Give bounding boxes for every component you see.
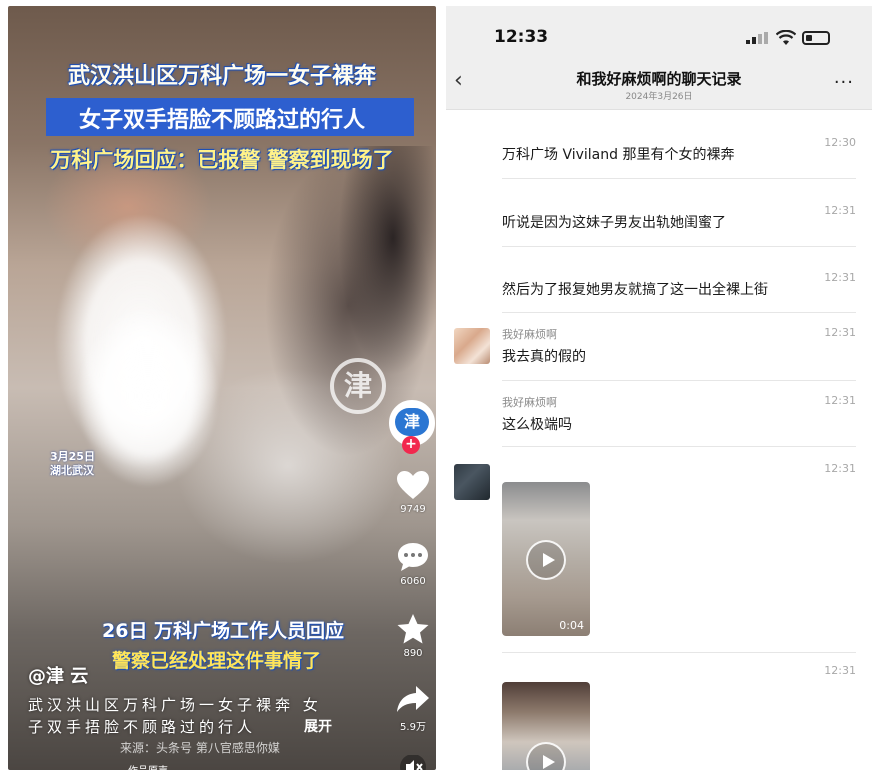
message-divider [502,312,856,313]
message-text: 然后为了报复她男友就搞了这一出全裸上街 [502,282,768,298]
message-sender: 我好麻烦啊 [502,328,557,341]
follow-button[interactable]: + [402,436,420,454]
message-text: 听说是因为这妹子男友出轨她闺蜜了 [502,215,726,231]
heart-icon [388,468,436,502]
message-text: 我去真的假的 [502,349,586,365]
video-caption: 武汉洪山区万科广场一女子裸奔 女 子双手捂脸不顾路过的行人 [28,694,348,738]
chat-message: 12:31 我好麻烦啊 这么极端吗 [502,394,856,434]
comment-count: 6060 [400,576,426,587]
chat-message: 12:31 我好麻烦啊 我去真的假的 [502,326,856,366]
message-time: 12:31 [824,326,856,339]
message-time: 12:30 [824,136,856,149]
favorite-count: 890 [403,648,423,659]
caption-line: 子双手捂脸不顾路过的行人 [28,718,257,736]
date-tag-date: 3月25日 [50,450,95,463]
video-message-thumbnail[interactable]: 0:04 [502,482,590,636]
message-divider [502,446,856,447]
message-text: 这么极端吗 [502,417,572,433]
wifi-icon [776,30,796,45]
video-headline-2: 女子双手捂脸不顾路过的行人 [78,108,365,133]
speaker-off-icon [388,750,436,770]
message-divider [502,380,856,381]
message-sender: 我好麻烦啊 [502,396,557,409]
steam-blur-overlay [78,306,218,486]
cloud-logo-icon: 津 [395,408,429,436]
chat-message: 12:31 听说是因为这妹子男友出轨她闺蜜了 [502,204,856,232]
share-arrow-icon [388,682,436,716]
expand-caption-button[interactable]: 展开 [304,716,332,736]
favorite-button[interactable]: 890 [388,612,436,659]
blurred-figure [338,146,436,376]
like-count: 9749 [400,504,426,515]
share-button[interactable]: 5.9万 [388,682,436,733]
caption-line: 武汉洪山区万科广场一女子裸奔 女 [28,696,322,714]
message-time: 12:31 [824,462,856,475]
message-divider [502,246,856,247]
music-label[interactable]: 作品原声 [128,762,168,770]
more-options-icon[interactable]: ··· [834,72,854,93]
message-time: 12:31 [824,664,856,677]
play-icon [526,742,566,770]
message-time: 12:31 [824,204,856,217]
chat-nav-bar: ‹ 和我好麻烦啊的聊天记录 2024年3月26日 ··· [446,62,872,110]
video-duration: 0:04 [559,619,584,632]
watermark-logo: 津 [330,358,386,414]
video-subtitle-1: 26日 万科广场工作人员回应 [102,620,345,642]
chat-date: 2024年3月26日 [625,92,693,102]
chat-history-screen: 12:33 ‹ 和我好麻烦啊的聊天记录 2024年3月26日 ··· 12:30… [446,6,872,770]
share-count: 5.9万 [400,722,426,733]
video-headline-3: 万科广场回应：已报警 警察到现场了 [50,148,394,172]
like-button[interactable]: 9749 [388,468,436,515]
video-subtitle-2: 警察已经处理这件事情了 [112,650,322,672]
message-divider [502,178,856,179]
comment-icon [388,540,436,574]
message-text: 万科广场 Viviland 那里有个女的裸奔 [502,147,735,163]
message-time: 12:31 [824,271,856,284]
contact-avatar[interactable] [454,328,490,364]
chat-message: 12:30 万科广场 Viviland 那里有个女的裸奔 [502,136,856,164]
video-player[interactable]: 武汉洪山区万科广场一女子裸奔 女子双手捂脸不顾路过的行人 万科广场回应：已报警 … [8,6,436,770]
contact-avatar[interactable] [454,464,490,500]
chat-message: 12:31 然后为了报复她男友就搞了这一出全裸上街 [502,271,856,299]
play-icon [526,540,566,580]
chat-title: 和我好麻烦啊的聊天记录 [576,70,742,88]
status-time: 12:33 [494,27,549,47]
date-tag-location: 湖北武汉 [50,464,94,477]
message-divider [502,652,856,653]
video-source: 来源：头条号 第八官感思你媒 [120,741,280,755]
video-headline-1: 武汉洪山区万科广场一女子裸奔 [67,64,376,89]
cellular-signal-icon [746,32,768,44]
mute-button[interactable] [388,750,436,770]
message-time: 12:31 [824,394,856,407]
star-icon [388,612,436,646]
comment-button[interactable]: 6060 [388,540,436,587]
date-location-tag: 3月25日 湖北武汉 [50,450,95,478]
author-name[interactable]: @津 云 [28,662,88,688]
status-bar: 12:33 [446,6,872,62]
video-message-thumbnail[interactable] [502,682,590,770]
battery-icon [802,31,830,45]
